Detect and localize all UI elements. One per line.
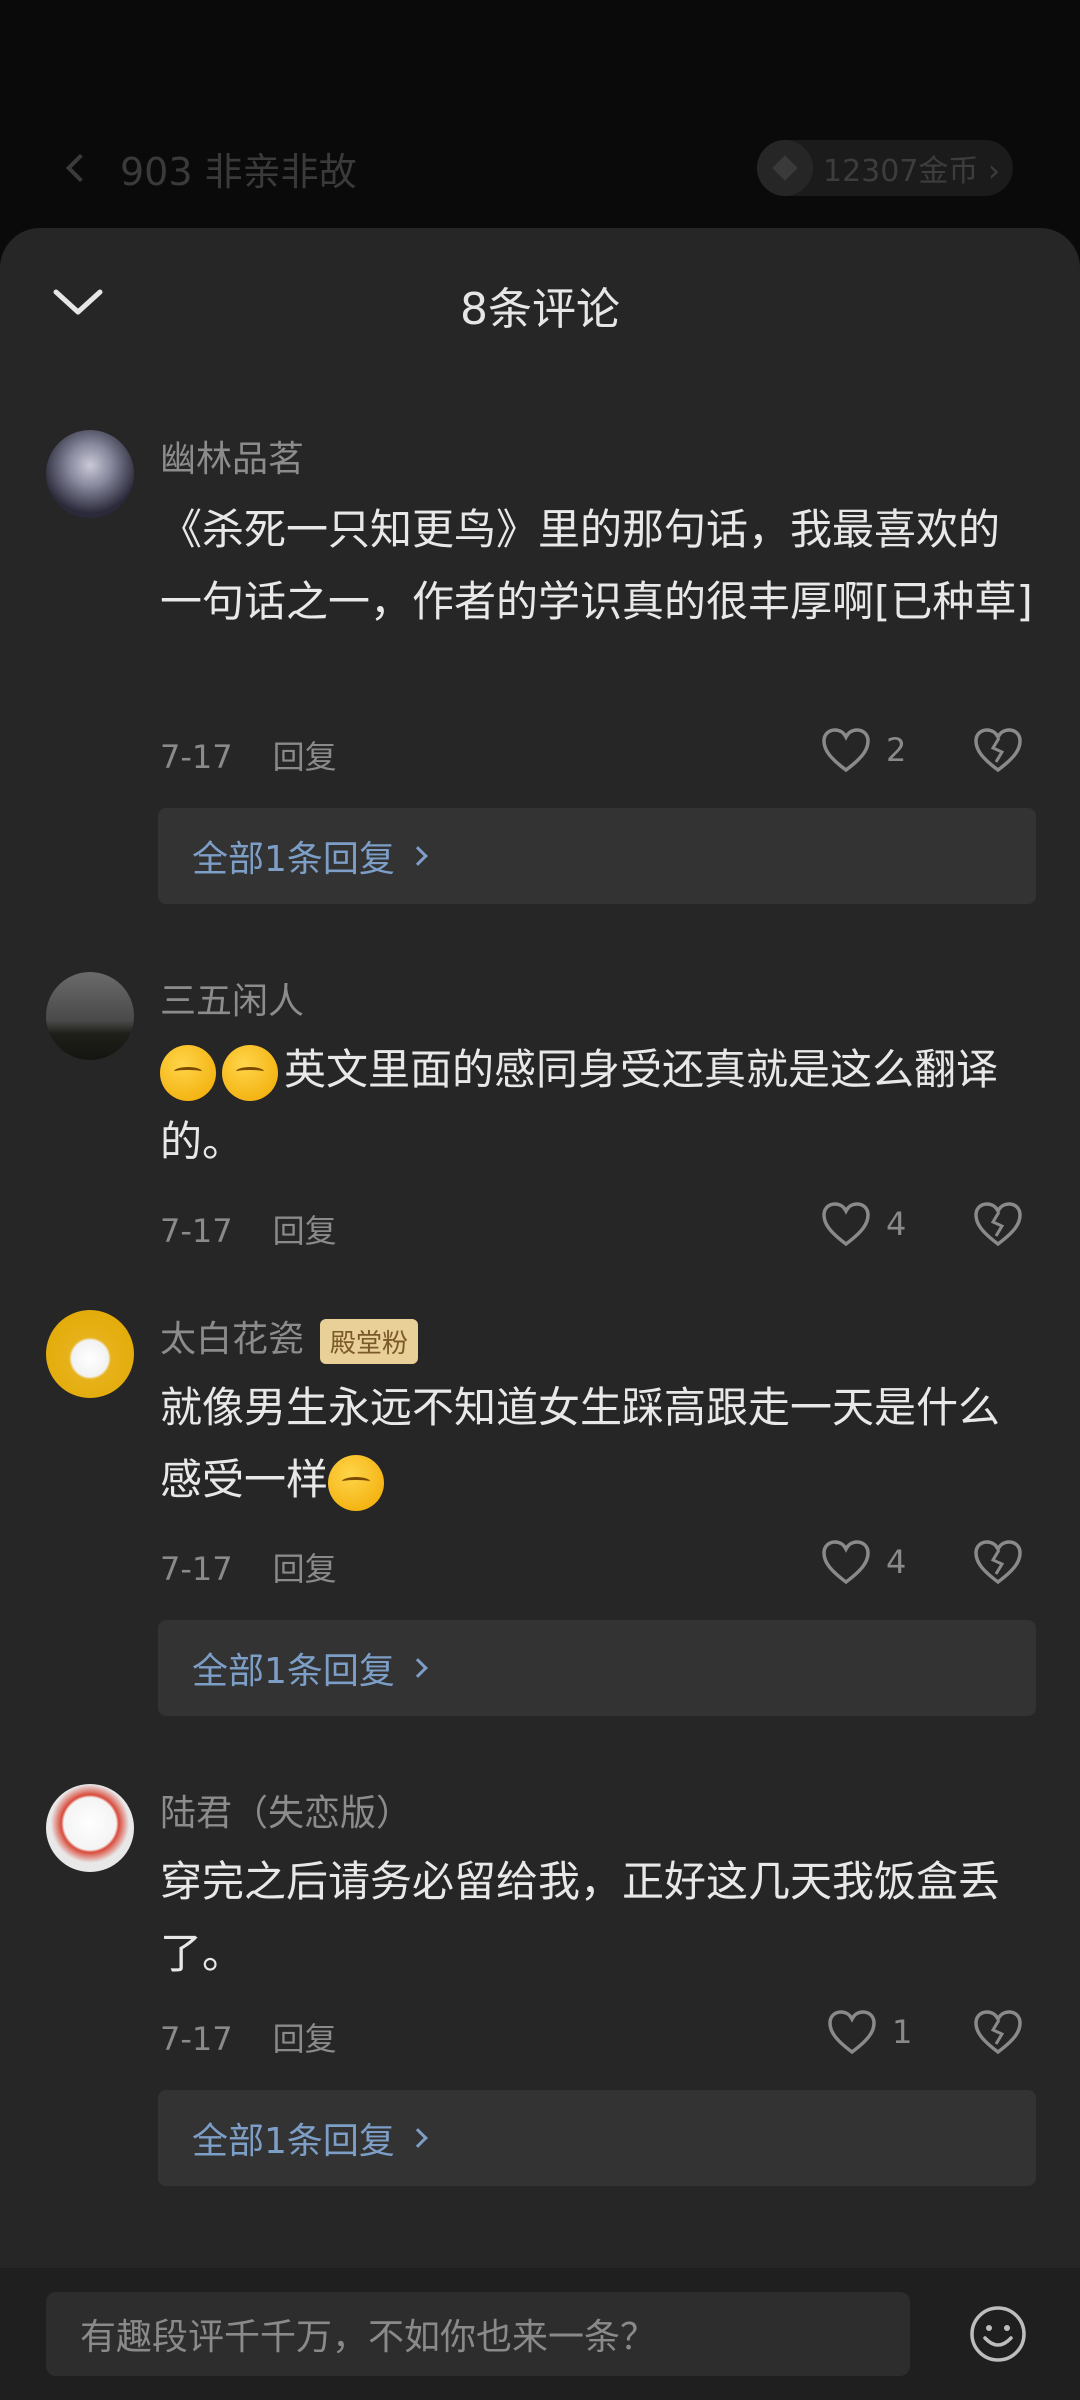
emoji-icon — [160, 1044, 216, 1101]
view-replies-label: 全部1条回复 — [192, 1651, 395, 1692]
sheet-title: 8条评论 — [460, 284, 620, 335]
heart-icon — [828, 2010, 876, 2055]
chevron-right-icon — [408, 846, 428, 866]
like-count: 2 — [886, 731, 907, 769]
dislike-button[interactable] — [972, 1200, 1024, 1252]
coin-balance-text: 12307金币 › — [823, 154, 1000, 189]
avatar[interactable] — [46, 1310, 134, 1398]
like-button[interactable]: 4 — [820, 1200, 906, 1248]
comment-input-bar: 有趣段评千千万，不如你也来一条？ — [0, 2268, 1080, 2400]
heart-icon — [822, 1202, 870, 1247]
back-title: 903 非亲非故 — [120, 149, 357, 194]
comment-meta: 7-17 回复 — [160, 732, 337, 778]
dislike-button[interactable] — [972, 2008, 1024, 2060]
comment-meta: 7-17 回复 — [160, 1544, 337, 1590]
view-replies-label: 全部1条回复 — [192, 2121, 395, 2162]
sheet-header: 8条评论 — [0, 228, 1080, 378]
comment-text: 就像男生永远不知道女生踩高跟走一天是什么感受一样 — [160, 1372, 1040, 1516]
comment-date: 7-17 — [160, 1550, 233, 1588]
view-replies-label: 全部1条回复 — [192, 839, 395, 880]
like-button[interactable]: 4 — [820, 1538, 906, 1586]
comment-meta: 7-17 回复 — [160, 2014, 337, 2060]
comment-date: 7-17 — [160, 1212, 233, 1250]
comment-text: 《杀死一只知更鸟》里的那句话，我最喜欢的一句话之一，作者的学识真的很丰厚啊[已种… — [160, 505, 1033, 626]
dislike-button[interactable] — [972, 1538, 1024, 1590]
reply-button[interactable]: 回复 — [273, 2020, 337, 2058]
like-count: 4 — [886, 1205, 907, 1243]
comment-username[interactable]: 幽林品茗 — [160, 430, 304, 482]
avatar[interactable] — [46, 1784, 134, 1872]
view-replies-button[interactable]: 全部1条回复 — [158, 1620, 1036, 1716]
broken-heart-icon — [974, 1202, 1022, 1247]
like-button[interactable]: 2 — [820, 726, 906, 774]
comment-text: 英文里面的感同身受还真就是这么翻译的。 — [160, 1044, 999, 1166]
comment-date: 7-17 — [160, 738, 233, 776]
chevron-right-icon — [408, 2128, 428, 2148]
comment-username[interactable]: 陆君（失恋版） — [160, 1784, 412, 1836]
comment-text: 穿完之后请务必留给我，正好这几天我饭盒丢了。 — [160, 1857, 1001, 1978]
comment-username-text[interactable]: 太白花瓷 — [160, 1319, 304, 1360]
comment-date: 7-17 — [160, 2020, 233, 2058]
background-page-header: 903 非亲非故 12307金币 › — [0, 0, 1080, 260]
emoji-icon — [222, 1044, 278, 1101]
coin-icon — [757, 140, 813, 196]
view-replies-button[interactable]: 全部1条回复 — [158, 2090, 1036, 2186]
like-button[interactable]: 1 — [826, 2008, 912, 2056]
broken-heart-icon — [974, 728, 1022, 773]
like-count: 1 — [892, 2013, 913, 2051]
avatar[interactable] — [46, 972, 134, 1060]
grin-emoji-icon — [328, 1454, 385, 1511]
broken-heart-icon — [974, 2010, 1022, 2055]
reply-button[interactable]: 回复 — [273, 738, 337, 776]
coin-balance[interactable]: 12307金币 › — [757, 140, 1013, 196]
comment-input[interactable]: 有趣段评千千万，不如你也来一条？ — [46, 2292, 910, 2376]
chevron-right-icon — [408, 1658, 428, 1678]
comment-username: 太白花瓷 殿堂粉 — [160, 1310, 419, 1364]
reply-button[interactable]: 回复 — [273, 1212, 337, 1250]
comments-sheet: 8条评论 幽林品茗 《杀死一只知更鸟》里的那句话，我最喜欢的一句话之一，作者的学… — [0, 228, 1080, 2400]
back-button[interactable]: 903 非亲非故 — [60, 138, 357, 198]
view-replies-button[interactable]: 全部1条回复 — [158, 808, 1036, 904]
comment-meta: 7-17 回复 — [160, 1206, 337, 1252]
heart-icon — [822, 728, 870, 773]
fan-badge: 殿堂粉 — [320, 1318, 419, 1364]
like-count: 4 — [886, 1543, 907, 1581]
comment-username[interactable]: 三五闲人 — [160, 972, 304, 1024]
broken-heart-icon — [974, 1540, 1022, 1585]
avatar[interactable] — [46, 430, 134, 518]
dislike-button[interactable] — [972, 726, 1024, 778]
reply-button[interactable]: 回复 — [273, 1550, 337, 1588]
smiley-icon — [970, 2306, 1026, 2362]
chevron-left-icon — [65, 153, 95, 183]
emoji-picker-button[interactable] — [968, 2304, 1028, 2364]
heart-icon — [822, 1540, 870, 1585]
